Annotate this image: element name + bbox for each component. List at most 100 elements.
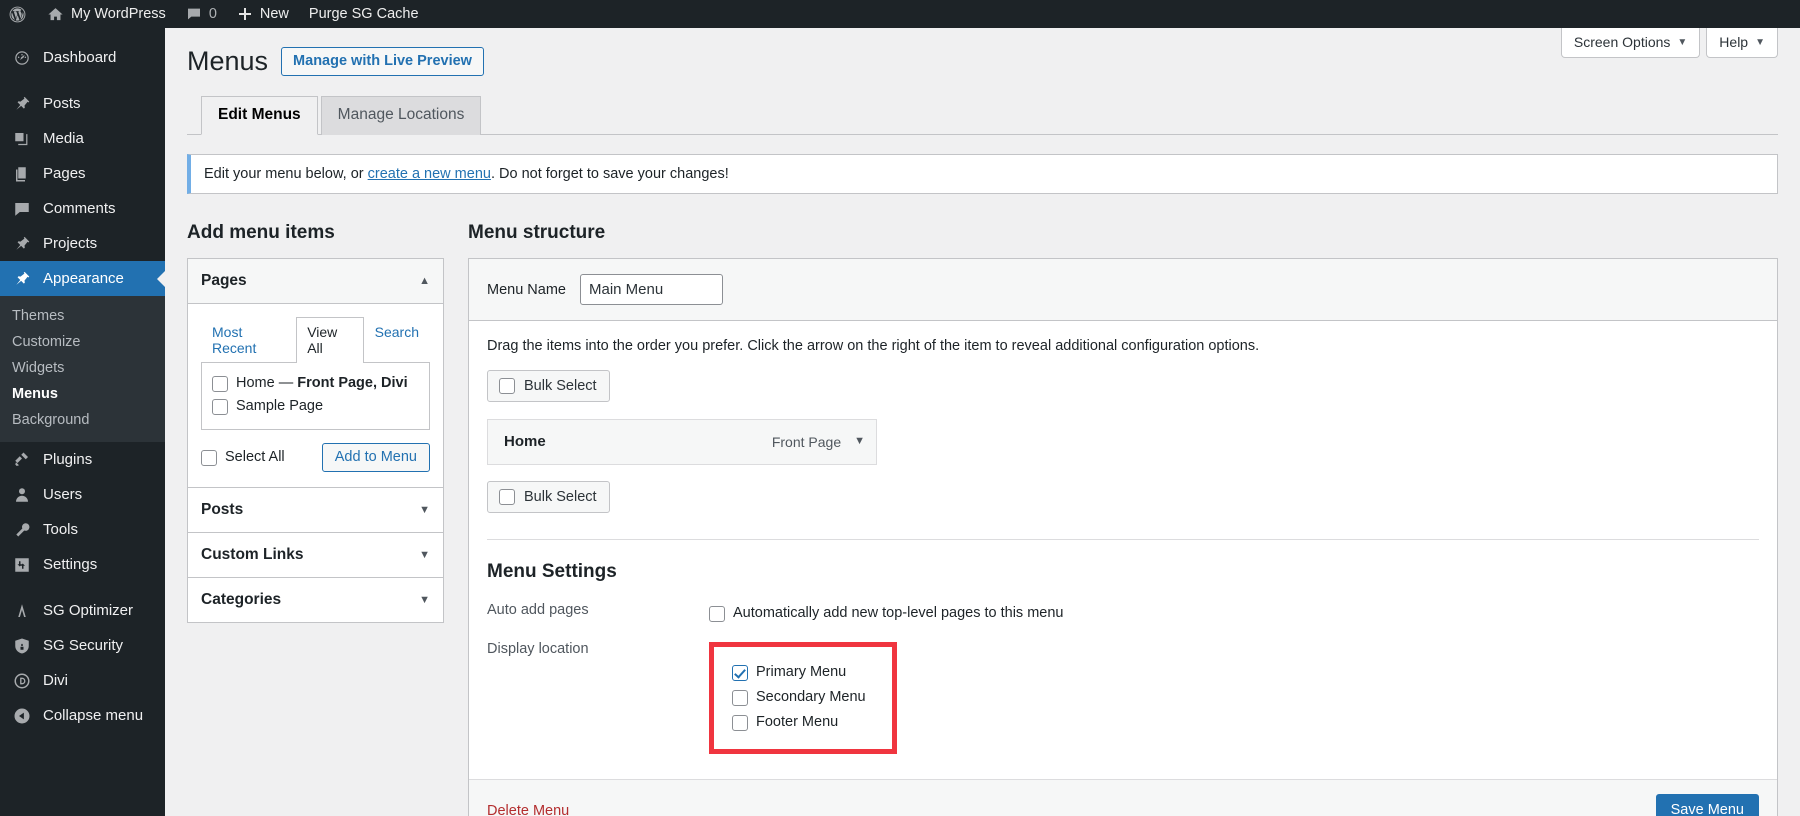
accordion-header-categories[interactable]: Categories ▼	[188, 578, 443, 622]
pages-panel-footer: Select All Add to Menu	[201, 443, 430, 472]
menu-item-home[interactable]: Home Front Page ▼	[487, 419, 877, 465]
help-button[interactable]: Help ▼	[1706, 28, 1778, 58]
pages-icon	[12, 165, 32, 183]
sidebar-item-posts[interactable]: Posts	[0, 86, 165, 121]
adminbar-purge-label: Purge SG Cache	[309, 6, 419, 22]
sidebar-item-label: Media	[43, 130, 84, 147]
sidebar-subitem-label: Menus	[12, 386, 58, 402]
sidebar-item-collapse-menu[interactable]: Collapse menu	[0, 698, 165, 733]
menu-panel-footer: Delete Menu Save Menu	[469, 779, 1777, 816]
sidebar-subitem-label: Customize	[12, 334, 81, 350]
delete-menu-link[interactable]: Delete Menu	[487, 803, 569, 816]
menu-name-input[interactable]	[580, 274, 723, 305]
save-menu-button[interactable]: Save Menu	[1656, 794, 1759, 816]
page-checkbox-sample-page[interactable]	[212, 399, 228, 415]
select-all-row[interactable]: Select All	[201, 446, 285, 469]
tab-manage-locations[interactable]: Manage Locations	[321, 96, 482, 135]
sidebar-subitem-label: Themes	[12, 308, 64, 324]
drag-hint-text: Drag the items into the order you prefer…	[487, 338, 1759, 354]
accordion-header-posts[interactable]: Posts ▼	[188, 488, 443, 533]
sidebar-item-comments[interactable]: Comments	[0, 191, 165, 226]
auto-add-option-label: Automatically add new top-level pages to…	[733, 605, 1063, 621]
sg-optimizer-icon	[12, 602, 32, 620]
screen-options-button[interactable]: Screen Options ▼	[1561, 28, 1700, 58]
main-content: Screen Options ▼ Help ▼ Menus Manage wit…	[165, 28, 1800, 816]
create-a-new-menu-link[interactable]: create a new menu	[368, 166, 491, 182]
sidebar-item-label: Projects	[43, 235, 97, 252]
add-to-menu-button[interactable]: Add to Menu	[322, 443, 430, 472]
adminbar-site-name-label: My WordPress	[71, 6, 166, 22]
sidebar-item-label: Collapse menu	[43, 707, 143, 724]
sidebar-item-media[interactable]: Media	[0, 121, 165, 156]
chevron-down-icon[interactable]: ▼	[854, 436, 865, 447]
tab-search[interactable]: Search	[364, 317, 430, 363]
sidebar-item-plugins[interactable]: Plugins	[0, 442, 165, 477]
add-menu-items-heading: Add menu items	[187, 222, 444, 244]
sidebar-item-label: Tools	[43, 521, 78, 538]
bulk-select-label: Bulk Select	[524, 489, 597, 505]
adminbar-comments[interactable]: 0	[176, 0, 227, 28]
add-menu-items-column: Add menu items Pages ▲ Most Recent View …	[187, 222, 444, 816]
adminbar-new-content[interactable]: New	[227, 0, 299, 28]
sidebar-item-appearance[interactable]: Appearance	[0, 261, 165, 296]
page-label-plain: Home —	[236, 375, 297, 391]
accordion-header-pages[interactable]: Pages ▲	[188, 259, 443, 304]
menu-structure-column: Menu structure Menu Name Drag the items …	[468, 222, 1778, 816]
location-checkbox-primary-menu[interactable]	[732, 665, 748, 681]
location-row-secondary[interactable]: Secondary Menu	[732, 685, 866, 710]
bulk-select-top-button[interactable]: Bulk Select	[487, 370, 610, 402]
sidebar-subitem-background[interactable]: Background	[0, 407, 165, 433]
divi-icon	[12, 672, 32, 690]
sidebar-item-label: Posts	[43, 95, 81, 112]
chevron-down-icon: ▼	[419, 505, 430, 516]
tools-icon	[12, 521, 32, 539]
adminbar-purge-sg-cache[interactable]: Purge SG Cache	[299, 0, 429, 28]
collapse-icon	[12, 707, 32, 725]
sidebar-item-sg-security[interactable]: SG Security	[0, 628, 165, 663]
screen-meta-links: Screen Options ▼ Help ▼	[1561, 28, 1778, 58]
sidebar-subitem-customize[interactable]: Customize	[0, 329, 165, 355]
sidebar-item-projects[interactable]: Projects	[0, 226, 165, 261]
select-all-checkbox[interactable]	[201, 450, 217, 466]
bulk-select-label: Bulk Select	[524, 378, 597, 394]
bulk-select-checkbox[interactable]	[499, 378, 515, 394]
comment-icon	[12, 200, 32, 218]
accordion-header-custom-links[interactable]: Custom Links ▼	[188, 533, 443, 578]
bulk-select-checkbox[interactable]	[499, 489, 515, 505]
menu-structure-body: Drag the items into the order you prefer…	[469, 321, 1777, 761]
sidebar-item-settings[interactable]: Settings	[0, 547, 165, 582]
list-item[interactable]: Sample Page	[212, 395, 419, 418]
adminbar-site-name[interactable]: My WordPress	[37, 0, 176, 28]
auto-add-option-row[interactable]: Automatically add new top-level pages to…	[709, 601, 1759, 626]
sidebar-subitem-themes[interactable]: Themes	[0, 303, 165, 329]
page-header: Menus Manage with Live Preview	[187, 28, 1778, 79]
adminbar-wordpress-logo[interactable]	[0, 0, 37, 28]
sidebar-item-pages[interactable]: Pages	[0, 156, 165, 191]
manage-with-live-preview-button[interactable]: Manage with Live Preview	[281, 47, 484, 76]
sidebar-item-users[interactable]: Users	[0, 477, 165, 512]
location-checkbox-secondary-menu[interactable]	[732, 690, 748, 706]
sg-security-icon	[12, 637, 32, 655]
bulk-select-bottom-button[interactable]: Bulk Select	[487, 481, 610, 513]
appearance-submenu: Themes Customize Widgets Menus Backgroun…	[0, 296, 165, 442]
accordion-label: Posts	[201, 501, 243, 519]
sidebar-item-label: Settings	[43, 556, 97, 573]
sidebar-item-tools[interactable]: Tools	[0, 512, 165, 547]
location-row-primary[interactable]: Primary Menu	[732, 660, 866, 685]
sidebar-subitem-menus[interactable]: Menus	[0, 381, 165, 407]
sidebar-subitem-widgets[interactable]: Widgets	[0, 355, 165, 381]
tab-most-recent[interactable]: Most Recent	[201, 317, 296, 363]
brush-icon	[12, 270, 32, 288]
location-checkbox-footer-menu[interactable]	[732, 715, 748, 731]
location-row-footer[interactable]: Footer Menu	[732, 710, 866, 735]
auto-add-pages-checkbox[interactable]	[709, 606, 725, 622]
list-item[interactable]: Home — Front Page, Divi	[212, 372, 419, 395]
sidebar-item-divi[interactable]: Divi	[0, 663, 165, 698]
page-label-plain: Sample Page	[236, 398, 323, 414]
sidebar-item-dashboard[interactable]: Dashboard	[0, 40, 165, 75]
sidebar-item-sg-optimizer[interactable]: SG Optimizer	[0, 593, 165, 628]
page-checkbox-home[interactable]	[212, 376, 228, 392]
tab-view-all[interactable]: View All	[296, 317, 363, 363]
plugins-icon	[12, 451, 32, 469]
tab-edit-menus[interactable]: Edit Menus	[201, 96, 318, 135]
